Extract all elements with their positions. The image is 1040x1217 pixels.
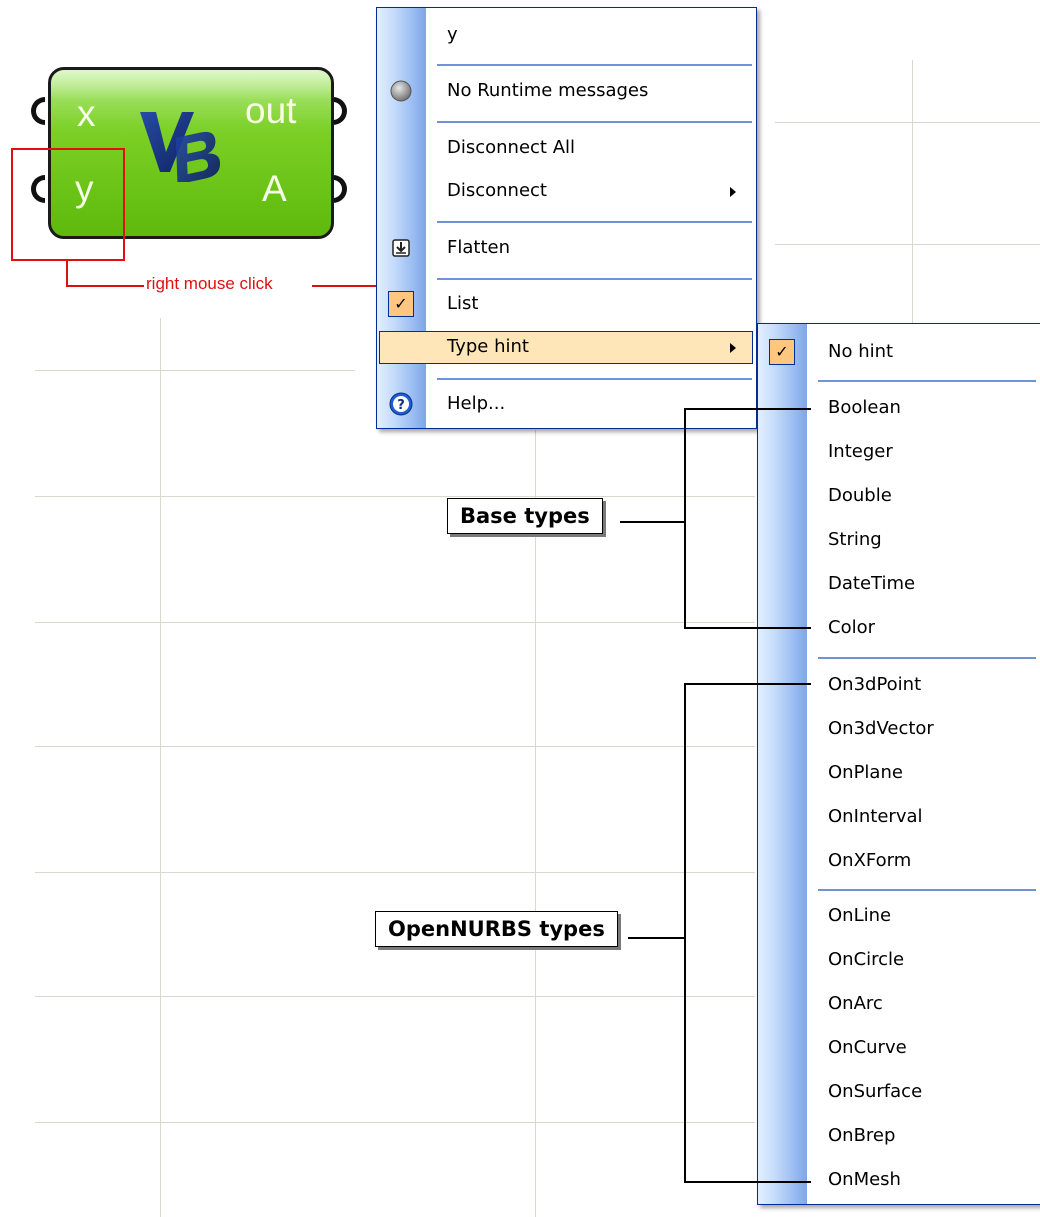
submenu-item-label: OnMesh bbox=[828, 1169, 901, 1190]
menu-item-help-label: Help... bbox=[447, 393, 506, 414]
menu-item-disconnect-all[interactable]: Disconnect All bbox=[377, 133, 756, 163]
submenu-item-label: OnSurface bbox=[828, 1081, 923, 1102]
submenu-item-oncircle[interactable]: OnCircle bbox=[758, 945, 1040, 975]
submenu-item-onmesh[interactable]: OnMesh bbox=[758, 1165, 1040, 1195]
submenu-item-label: OnInterval bbox=[828, 806, 923, 827]
menu-item-runtime-label: No Runtime messages bbox=[447, 80, 649, 101]
submenu-item-no-hint[interactable]: ✓ No hint bbox=[758, 337, 1040, 367]
submenu-item-oninterval[interactable]: OnInterval bbox=[758, 802, 1040, 832]
submenu-item-label: On3dPoint bbox=[828, 674, 922, 695]
submenu-item-label: Integer bbox=[828, 441, 893, 462]
param-name-field[interactable]: y bbox=[437, 15, 641, 55]
submenu-item-datetime[interactable]: DateTime bbox=[758, 569, 1040, 599]
submenu-item-no-hint-label: No hint bbox=[828, 341, 894, 362]
menu-item-type-hint[interactable]: Type hint bbox=[377, 332, 756, 362]
output-grip-out[interactable] bbox=[333, 97, 347, 125]
submenu-item-label: OnLine bbox=[828, 905, 892, 926]
menu-item-flatten-label: Flatten bbox=[447, 237, 510, 258]
opennurbs-types-label: OpenNURBS types bbox=[375, 911, 618, 947]
submenu-item-label: String bbox=[828, 529, 882, 550]
output-label-a[interactable]: A bbox=[262, 170, 287, 207]
right-click-label: right mouse click bbox=[146, 274, 273, 293]
output-label-out[interactable]: out bbox=[245, 92, 296, 129]
gray-circle-icon bbox=[390, 80, 412, 102]
submenu-item-label: Color bbox=[828, 617, 875, 638]
submenu-item-label: OnBrep bbox=[828, 1125, 896, 1146]
submenu-arrow-icon bbox=[730, 343, 736, 353]
menu-item-disconnect-label: Disconnect bbox=[447, 180, 547, 201]
submenu-item-onbrep[interactable]: OnBrep bbox=[758, 1121, 1040, 1151]
submenu-item-label: OnArc bbox=[828, 993, 883, 1014]
submenu-item-label: OnCircle bbox=[828, 949, 905, 970]
red-line-left bbox=[66, 285, 144, 287]
submenu-item-onxform[interactable]: OnXForm bbox=[758, 846, 1040, 876]
flatten-arrow-icon bbox=[392, 239, 410, 257]
submenu-item-online[interactable]: OnLine bbox=[758, 901, 1040, 931]
red-line-right bbox=[312, 285, 376, 287]
submenu-item-onsurface[interactable]: OnSurface bbox=[758, 1077, 1040, 1107]
type-hint-submenu: ✓ No hint Boolean Integer Double String … bbox=[757, 323, 1040, 1205]
context-menu: y No Runtime messages Disconnect All Dis… bbox=[376, 7, 757, 429]
menu-item-disconnect-all-label: Disconnect All bbox=[447, 137, 576, 158]
menu-item-flatten[interactable]: Flatten bbox=[377, 233, 756, 263]
submenu-item-label: Double bbox=[828, 485, 892, 506]
base-types-label: Base types bbox=[447, 498, 603, 534]
output-grip-a[interactable] bbox=[333, 175, 347, 203]
menu-item-list-label: List bbox=[447, 293, 479, 314]
checkmark-icon: ✓ bbox=[388, 291, 414, 317]
checkmark-icon: ✓ bbox=[769, 339, 795, 365]
submenu-item-label: Boolean bbox=[828, 397, 901, 418]
submenu-item-label: OnXForm bbox=[828, 850, 912, 871]
menu-item-runtime-messages[interactable]: No Runtime messages bbox=[377, 76, 756, 106]
menu-item-help[interactable]: ? Help... bbox=[377, 389, 756, 419]
submenu-arrow-icon bbox=[730, 187, 736, 197]
red-line-down bbox=[66, 261, 68, 287]
help-question-icon: ? bbox=[389, 392, 413, 416]
right-click-highlight-box bbox=[11, 148, 125, 261]
submenu-item-label: OnCurve bbox=[828, 1037, 907, 1058]
submenu-item-double[interactable]: Double bbox=[758, 481, 1040, 511]
input-grip-x[interactable] bbox=[31, 97, 45, 125]
submenu-item-oncurve[interactable]: OnCurve bbox=[758, 1033, 1040, 1063]
submenu-item-onarc[interactable]: OnArc bbox=[758, 989, 1040, 1019]
submenu-item-string[interactable]: String bbox=[758, 525, 1040, 555]
submenu-item-onplane[interactable]: OnPlane bbox=[758, 758, 1040, 788]
submenu-item-on3dvector[interactable]: On3dVector bbox=[758, 714, 1040, 744]
menu-item-type-hint-label: Type hint bbox=[447, 336, 529, 357]
submenu-item-label: On3dVector bbox=[828, 718, 934, 739]
vb-logo-icon bbox=[140, 112, 221, 182]
submenu-item-label: OnPlane bbox=[828, 762, 903, 783]
input-label-x[interactable]: x bbox=[77, 95, 96, 132]
svg-text:?: ? bbox=[397, 398, 405, 413]
submenu-item-on3dpoint[interactable]: On3dPoint bbox=[758, 670, 1040, 700]
menu-item-disconnect[interactable]: Disconnect bbox=[377, 176, 756, 206]
submenu-item-integer[interactable]: Integer bbox=[758, 437, 1040, 467]
menu-item-list[interactable]: ✓ List bbox=[377, 289, 756, 319]
submenu-item-label: DateTime bbox=[828, 573, 916, 594]
